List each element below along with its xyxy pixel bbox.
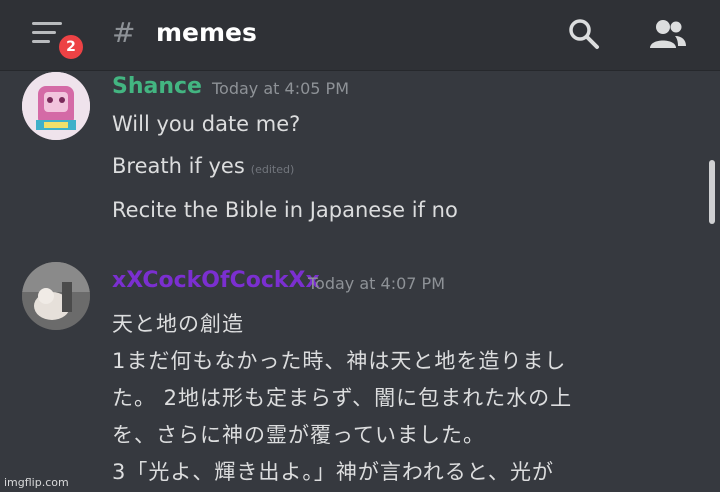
avatar-image <box>22 72 90 140</box>
scrollbar-thumb[interactable] <box>709 160 715 224</box>
message-line-3: Recite the Bible in Japanese if no <box>112 198 458 222</box>
timestamp: Today at 4:05 PM <box>212 79 349 98</box>
message-line-1: 天と地の創造 <box>112 312 244 336</box>
message-group-1: Shance Today at 4:05 PM Will you date me… <box>0 70 720 240</box>
avatar[interactable] <box>22 72 90 140</box>
menu-icon-bar-2 <box>32 31 56 34</box>
avatar[interactable] <box>22 262 90 330</box>
message-line-4: を、さらに神の霊が覆っていました。 <box>112 423 485 447</box>
username[interactable]: Shance <box>112 74 202 99</box>
message-text: Breath if yes <box>112 154 245 178</box>
message-line-1: Will you date me? <box>112 112 301 136</box>
notification-badge: 2 <box>56 32 86 62</box>
search-icon[interactable] <box>566 16 602 52</box>
message-group-2: xXCockOfCockXx Today at 4:07 PM 天と地の創造 1… <box>0 258 720 492</box>
message-line-2: Breath if yes (edited) <box>112 154 294 178</box>
channel-name: memes <box>156 18 257 47</box>
message-line-5: 3「光よ、輝き出よ。」神が言われると、光が <box>112 460 554 484</box>
edited-label: (edited) <box>250 163 295 176</box>
avatar-image <box>22 262 90 330</box>
menu-icon-bar-3 <box>32 40 50 43</box>
menu-icon-bar-1 <box>32 22 62 25</box>
menu-button[interactable]: 2 <box>28 20 86 62</box>
username[interactable]: xXCockOfCockXx <box>112 268 320 293</box>
message-line-2: 1まだ何もなかった時、神は天と地を造りまし <box>112 349 567 373</box>
channel-header: 2 # memes <box>0 0 720 71</box>
members-icon[interactable] <box>646 16 688 52</box>
message-line-3: た。 2地は形も定まらず、闇に包まれた水の上 <box>112 386 573 410</box>
watermark: imgflip.com <box>4 476 69 489</box>
timestamp: Today at 4:07 PM <box>308 274 445 293</box>
channel-hash-icon: # <box>112 16 136 49</box>
